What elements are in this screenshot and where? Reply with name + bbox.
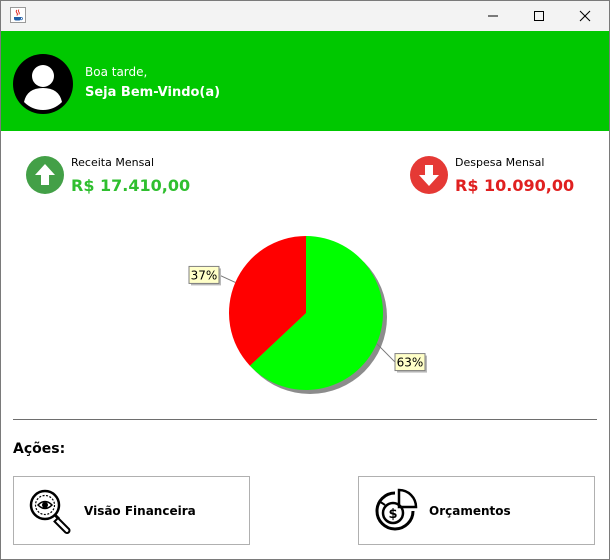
arrow-up-icon bbox=[26, 156, 64, 194]
visao-financeira-label: Visão Financeira bbox=[84, 504, 196, 518]
minimize-icon bbox=[488, 15, 498, 17]
minimize-button[interactable] bbox=[470, 1, 516, 31]
welcome-text: Seja Bem-Vindo(a) bbox=[85, 85, 221, 100]
maximize-icon bbox=[534, 11, 544, 21]
actions-title: Ações: bbox=[13, 441, 66, 457]
budget-chart-icon: $ bbox=[375, 488, 418, 531]
pie-leader-1 bbox=[218, 274, 236, 283]
arrow-down-icon bbox=[410, 156, 448, 194]
orcamentos-label: Orçamentos bbox=[429, 504, 511, 518]
despesa-label: Despesa Mensal bbox=[455, 156, 545, 169]
section-divider bbox=[13, 419, 597, 420]
close-button[interactable] bbox=[562, 1, 608, 31]
receita-value: R$ 17.410,00 bbox=[71, 176, 191, 195]
orcamentos-button[interactable]: $ Orçamentos bbox=[358, 476, 595, 545]
expense-pie-chart: 63% 37% bbox=[188, 236, 427, 394]
visao-financeira-button[interactable]: Visão Financeira bbox=[13, 476, 250, 545]
close-icon bbox=[579, 10, 591, 22]
magnifier-money-icon bbox=[29, 489, 71, 534]
pie-label-1: 37% bbox=[191, 268, 218, 282]
app-window: Boa tarde, Seja Bem-Vindo(a) Receita Men… bbox=[0, 0, 610, 560]
java-cup-icon bbox=[10, 7, 26, 23]
receita-label: Receita Mensal bbox=[71, 156, 155, 169]
svg-text:$: $ bbox=[388, 507, 397, 522]
pie-label-0: 63% bbox=[397, 356, 424, 370]
greeting-text: Boa tarde, bbox=[85, 65, 148, 79]
maximize-button[interactable] bbox=[516, 1, 562, 31]
user-avatar-icon bbox=[13, 54, 73, 114]
title-bar[interactable] bbox=[1, 1, 609, 31]
despesa-value: R$ 10.090,00 bbox=[455, 176, 575, 195]
welcome-header: Boa tarde, Seja Bem-Vindo(a) bbox=[1, 31, 609, 131]
pie-leader-0 bbox=[376, 343, 396, 363]
